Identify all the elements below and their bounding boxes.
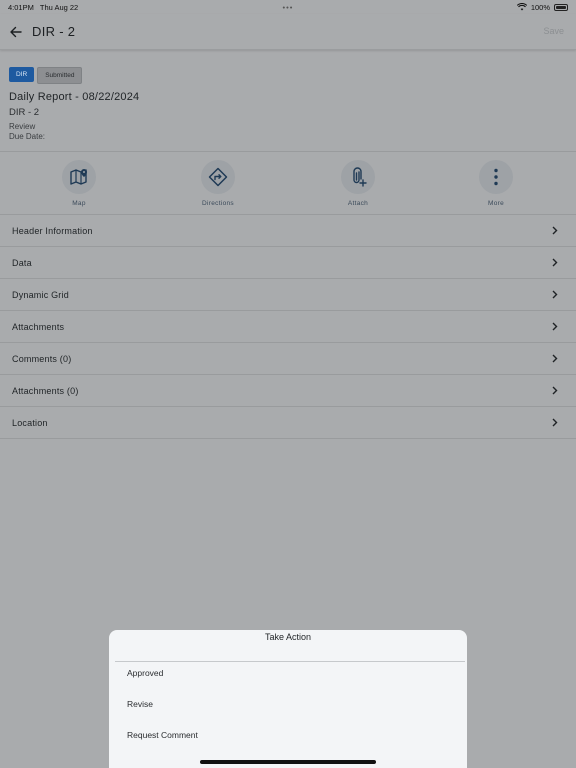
attach-icon bbox=[353, 167, 367, 187]
report-title: Daily Report - 08/22/2024 bbox=[9, 91, 140, 103]
section-label: Dynamic Grid bbox=[12, 289, 69, 300]
page-title: DIR - 2 bbox=[32, 24, 76, 39]
chevron-right-icon bbox=[552, 290, 558, 299]
map-button[interactable]: Map bbox=[44, 160, 114, 207]
directions-button[interactable]: Directions bbox=[183, 160, 253, 207]
more-button[interactable]: More bbox=[461, 160, 531, 207]
directions-button-circle[interactable] bbox=[201, 160, 235, 194]
status-date: Thu Aug 22 bbox=[39, 2, 79, 12]
more-vertical-icon bbox=[494, 168, 498, 186]
section-label: Header Information bbox=[12, 225, 93, 236]
chevron-right-icon bbox=[552, 418, 558, 427]
attach-button[interactable]: Attach bbox=[323, 160, 393, 207]
chevron-right-icon bbox=[552, 322, 558, 331]
section-label: Comments (0) bbox=[12, 353, 72, 364]
chevron-right-icon bbox=[552, 386, 558, 395]
arrow-left-icon bbox=[10, 26, 22, 37]
sheet-title: Take Action bbox=[264, 632, 312, 642]
save-button[interactable]: Save bbox=[543, 26, 564, 36]
section-comments[interactable]: Comments (0) bbox=[0, 343, 576, 375]
section-header-information[interactable]: Header Information bbox=[0, 215, 576, 247]
take-action-sheet: Take Action Approved Revise Request Comm… bbox=[109, 630, 467, 768]
chevron-right-icon bbox=[552, 354, 558, 363]
directions-icon bbox=[208, 167, 228, 187]
status-time: 4:01PM bbox=[8, 2, 34, 12]
section-attachments[interactable]: Attachments bbox=[0, 311, 576, 343]
wifi-icon bbox=[516, 3, 527, 11]
home-indicator[interactable] bbox=[200, 760, 376, 764]
quick-actions: Map Directions Attach More bbox=[0, 151, 576, 215]
map-pin-icon bbox=[70, 169, 87, 185]
directions-label: Directions bbox=[202, 200, 234, 207]
status-badge: Submitted bbox=[37, 67, 83, 84]
section-list: Header Information Data Dynamic Grid Att… bbox=[0, 215, 576, 439]
type-badge: DIR bbox=[9, 67, 35, 82]
section-dynamic-grid[interactable]: Dynamic Grid bbox=[0, 279, 576, 311]
section-label: Attachments (0) bbox=[12, 385, 79, 396]
badge-row: DIR Submitted bbox=[9, 67, 83, 84]
report-due-date: Due Date: bbox=[9, 132, 46, 141]
back-button[interactable] bbox=[0, 14, 32, 50]
attach-label: Attach bbox=[347, 200, 369, 207]
report-subtitle: DIR - 2 bbox=[9, 107, 40, 118]
status-bar: 4:01PM Thu Aug 22 ••• 100% bbox=[0, 0, 576, 14]
map-button-circle[interactable] bbox=[62, 160, 96, 194]
battery-icon bbox=[554, 3, 568, 11]
section-label: Data bbox=[12, 257, 32, 268]
attach-button-circle[interactable] bbox=[341, 160, 375, 194]
section-location[interactable]: Location bbox=[0, 407, 576, 439]
section-label: Attachments bbox=[12, 321, 65, 332]
multitasking-dots[interactable]: ••• bbox=[283, 3, 294, 12]
option-request-comment[interactable]: Request Comment bbox=[127, 730, 198, 740]
navigation-bar: DIR - 2 Save bbox=[0, 14, 576, 50]
chevron-right-icon bbox=[552, 226, 558, 235]
battery-percent: 100% bbox=[530, 2, 550, 12]
chevron-right-icon bbox=[552, 258, 558, 267]
section-label: Location bbox=[12, 417, 48, 428]
section-data[interactable]: Data bbox=[0, 247, 576, 279]
option-revise[interactable]: Revise bbox=[127, 699, 153, 709]
sheet-divider bbox=[115, 661, 465, 662]
option-approved[interactable]: Approved bbox=[127, 668, 163, 678]
map-label: Map bbox=[72, 200, 86, 207]
more-label: More bbox=[487, 200, 504, 207]
section-attachments-count[interactable]: Attachments (0) bbox=[0, 375, 576, 407]
more-button-circle[interactable] bbox=[479, 160, 513, 194]
report-stage: Review bbox=[9, 122, 36, 131]
